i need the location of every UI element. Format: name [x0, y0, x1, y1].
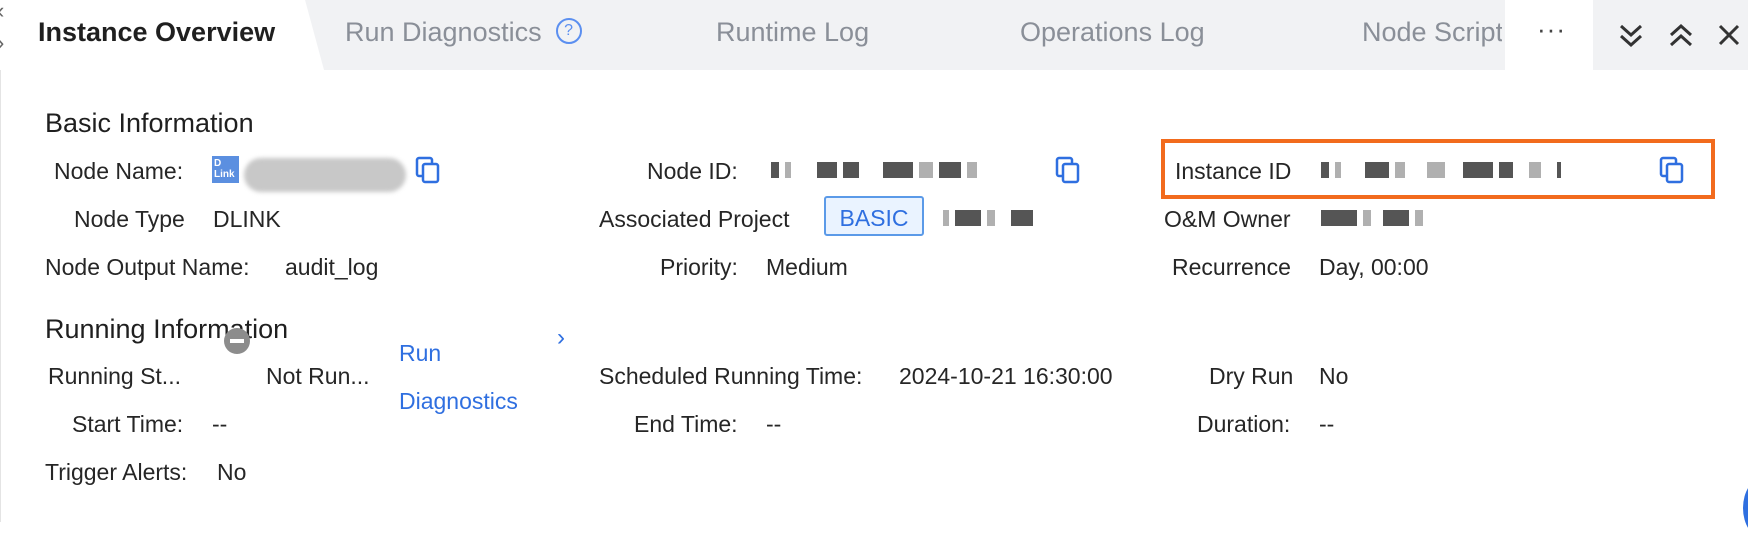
node-id-value-redacted [771, 162, 977, 178]
node-output-value: audit_log [285, 254, 379, 280]
recurrence-value: Day, 00:00 [1319, 254, 1429, 280]
collapse-handle[interactable]: ‹ › [0, 0, 9, 70]
trigger-alerts-label: Trigger Alerts: [45, 459, 188, 485]
project-tag: BASIC [824, 196, 924, 236]
associated-project-label: Associated Project [599, 206, 790, 232]
not-run-status-icon [224, 328, 250, 354]
copy-icon[interactable] [1659, 156, 1685, 184]
node-name-label: Node Name: [54, 158, 184, 184]
dry-run-value: No [1319, 363, 1349, 389]
running-status-value: Not Run... [266, 363, 370, 389]
running-status-label: Running St... [48, 363, 181, 389]
duration-value: -- [1319, 411, 1335, 437]
expand-up-icon[interactable] [1664, 18, 1698, 52]
priority-label: Priority: [660, 254, 738, 280]
tab-label: Node Script [1362, 17, 1502, 47]
basic-info-title: Basic Information [45, 108, 254, 138]
running-info-title: Running Information [45, 314, 289, 344]
om-owner-label: O&M Owner [1164, 206, 1291, 232]
tab-operations-log[interactable]: Operations Log [1020, 0, 1205, 70]
tab-label: Runtime Log [716, 17, 870, 47]
chevron-right-icon[interactable]: › [557, 324, 565, 352]
close-icon[interactable] [1712, 18, 1746, 52]
chevron-right-icon: › [0, 30, 4, 56]
trigger-alerts-value: No [217, 459, 247, 485]
scheduled-time-label: Scheduled Running Time: [599, 363, 863, 389]
run-diagnostics-link-line1[interactable]: Run [399, 340, 441, 367]
chevron-left-icon: ‹ [0, 0, 4, 24]
collapse-down-icon[interactable] [1614, 18, 1648, 52]
logo-text: D Link [214, 158, 235, 180]
tab-bar: ‹ › Instance Overview Run Diagnostics? R… [0, 0, 1748, 70]
start-time-label: Start Time: [72, 411, 184, 437]
node-name-value-redacted [244, 158, 406, 192]
duration-label: Duration: [1197, 411, 1291, 437]
tab-instance-overview[interactable]: Instance Overview [8, 0, 324, 70]
more-icon: ··· [1537, 14, 1566, 44]
copy-icon[interactable] [415, 156, 441, 184]
node-type-label: Node Type [74, 206, 185, 232]
node-output-label: Node Output Name: [45, 254, 250, 280]
dlink-logo-icon: D Link [212, 156, 239, 183]
priority-value: Medium [766, 254, 848, 280]
tab-label: Run Diagnostics [345, 17, 542, 47]
floating-assistant-button[interactable] [1743, 478, 1748, 538]
tab-label: Instance Overview [38, 17, 276, 47]
om-owner-value-redacted [1321, 210, 1423, 226]
start-time-value: -- [212, 411, 228, 437]
scheduled-time-value: 2024-10-21 16:30:00 [899, 363, 1113, 389]
project-name-redacted [943, 210, 1033, 226]
node-type-value: DLINK [213, 206, 281, 232]
node-id-label: Node ID: [647, 158, 738, 184]
tab-run-diagnostics[interactable]: Run Diagnostics? [345, 0, 582, 70]
instance-overview-panel: Basic Information Node Name: D Link Node… [0, 70, 1748, 538]
tab-label: Operations Log [1020, 17, 1205, 47]
dry-run-label: Dry Run [1209, 363, 1294, 389]
help-icon[interactable]: ? [555, 17, 582, 44]
instance-id-label: Instance ID [1175, 158, 1292, 184]
tab-runtime-log[interactable]: Runtime Log [716, 0, 869, 70]
tab-node-script[interactable]: Node Script [1362, 0, 1502, 70]
copy-icon[interactable] [1055, 156, 1081, 184]
end-time-label: End Time: [634, 411, 738, 437]
instance-id-value-redacted [1321, 162, 1561, 178]
end-time-value: -- [766, 411, 782, 437]
recurrence-label: Recurrence [1172, 254, 1291, 280]
run-diagnostics-link-line2[interactable]: Diagnostics [399, 388, 518, 415]
more-tabs-button[interactable]: ··· [1505, 0, 1593, 70]
